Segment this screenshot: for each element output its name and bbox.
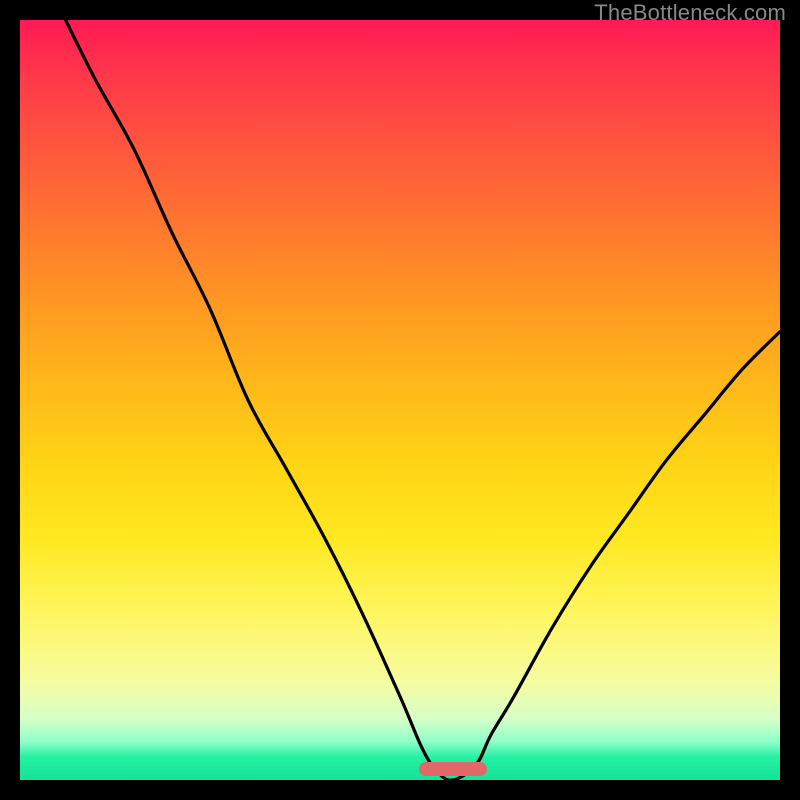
minimum-marker [419, 762, 487, 776]
chart-frame: TheBottleneck.com [0, 0, 800, 800]
bottleneck-curve [20, 20, 780, 780]
plot-area [20, 20, 780, 780]
